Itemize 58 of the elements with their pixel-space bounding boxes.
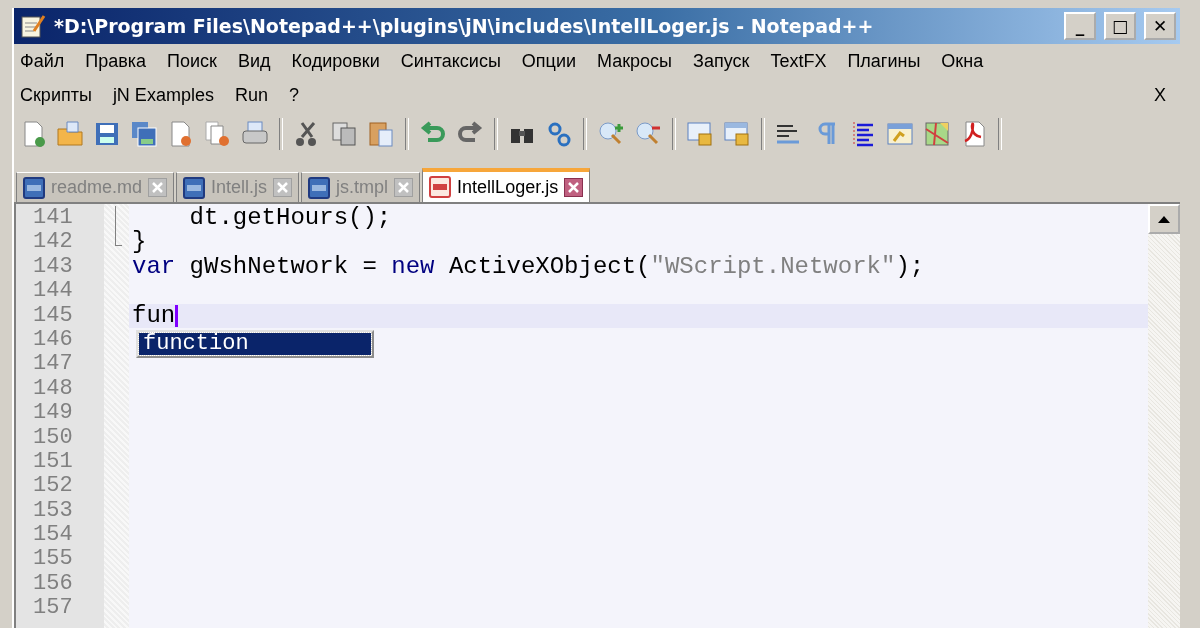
maximize-button[interactable]: □	[1104, 12, 1136, 40]
code-line: fun	[132, 303, 176, 328]
menu-item[interactable]: Макросы	[597, 50, 684, 72]
line-number: 154	[32, 523, 74, 548]
menu-item[interactable]: Вид	[237, 50, 282, 72]
paste-icon[interactable]	[366, 119, 396, 149]
line-number: 153	[32, 498, 74, 524]
line-number: 155	[32, 547, 74, 572]
text-caret	[175, 304, 179, 327]
line-number: 144	[32, 279, 74, 304]
menu-item[interactable]: TextFX	[770, 50, 838, 72]
line-number: 157	[32, 596, 74, 621]
close-button[interactable]: ✕	[1144, 12, 1176, 40]
tab-label: IntellLoger.js	[457, 176, 559, 198]
close-button[interactable]: X	[1154, 84, 1166, 106]
menu-item[interactable]: Опции	[521, 50, 587, 72]
line-number: 146	[32, 327, 74, 353]
menu-item[interactable]: Синтаксисы	[400, 50, 512, 72]
line-number: 143	[32, 254, 74, 280]
menu-item[interactable]: Скрипты	[20, 84, 103, 106]
menu-item[interactable]: Запуск	[693, 50, 761, 72]
line-number: 156	[32, 571, 74, 597]
scroll-up-button[interactable]	[1148, 204, 1180, 234]
line-number: 142	[32, 230, 74, 255]
notepad-icon	[20, 13, 46, 39]
code-line: }	[132, 230, 147, 255]
menu-item[interactable]: ?	[288, 84, 310, 106]
line-number: 152	[32, 474, 74, 499]
code-line: var gWshNetwork = new ActiveXObject("WScript.Network");	[132, 254, 925, 280]
line-number: 147	[32, 352, 74, 377]
menu-item[interactable]: Файл	[20, 50, 76, 72]
menu-item[interactable]: Кодировки	[291, 50, 391, 72]
tab-label: Intell.js	[211, 177, 268, 198]
line-number: 145	[32, 303, 74, 328]
menu-item[interactable]: Окна	[941, 50, 995, 72]
line-number: 150	[32, 425, 74, 450]
menu-item[interactable]: Плагины	[847, 50, 932, 72]
open-folder-icon[interactable]	[55, 119, 85, 149]
line-number: 141	[32, 206, 74, 231]
menu-item[interactable]: jN Examples	[112, 84, 225, 106]
file-tab[interactable]: IntellLoger.js	[422, 168, 591, 202]
tab-close-icon[interactable]	[564, 177, 584, 197]
copy-icon[interactable]	[329, 119, 359, 149]
tab-label: readme.md	[51, 177, 143, 198]
map-icon[interactable]	[922, 119, 952, 149]
menu-item[interactable]: Run	[234, 84, 279, 106]
line-number: 149	[32, 401, 74, 426]
code-line: dt.getHours();	[188, 206, 392, 231]
menu-item[interactable]: Правка	[85, 50, 158, 72]
minimize-button[interactable]: _	[1064, 12, 1096, 40]
save-all-icon[interactable]	[129, 119, 159, 149]
line-number: 151	[32, 449, 74, 475]
tab-label: js.tmpl	[336, 177, 389, 198]
line-number: 148	[32, 376, 74, 402]
window-title: *D:\Program Files\Notepad++\plugins\jN\includes\IntellLoger.js - Notepad++	[54, 15, 875, 37]
suggestion-item[interactable]: function	[139, 333, 371, 355]
menu-item[interactable]: Поиск	[167, 50, 228, 72]
scrollbar[interactable]	[1148, 204, 1180, 628]
